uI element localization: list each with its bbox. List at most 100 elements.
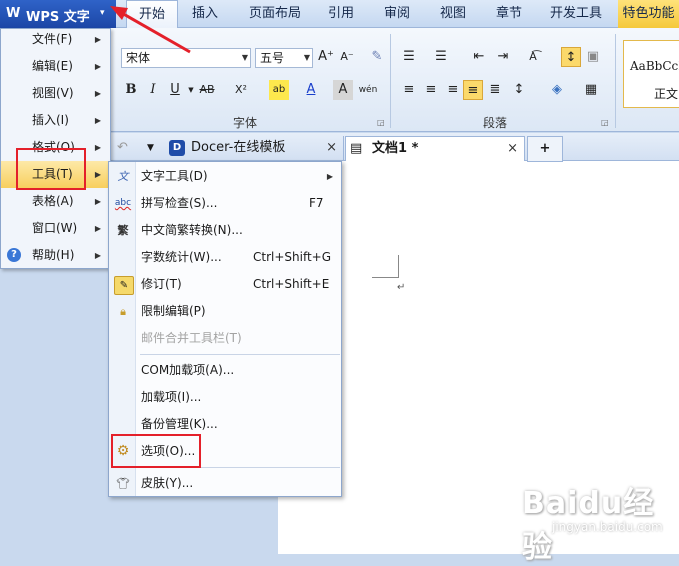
phonetic-guide-button[interactable]: wén [355,80,381,100]
submenu-item-com-addins[interactable]: COM加载项(A)... [110,357,341,384]
line-spacing-icon[interactable]: ↕ [509,80,529,100]
wps-app-button[interactable]: W WPS 文字 ▾ [0,0,116,28]
close-icon[interactable]: × [507,137,518,161]
menu-item-view[interactable]: 视图(V) ▶ [1,80,109,107]
submenu-item-label: 拼写检查(S)... [141,196,218,210]
text-direction-icon[interactable]: A͡ [523,47,543,67]
chevron-down-icon[interactable]: ▼ [242,49,248,67]
paragraph-mark: ↵ [397,282,406,293]
new-tab-button[interactable]: + [527,136,563,162]
ribbon-divider [615,34,616,128]
distribute-icon[interactable]: ≣ [485,80,505,100]
tab-references[interactable]: 引用 [316,0,366,28]
menu-item-insert[interactable]: 插入(I) ▶ [1,107,109,134]
style-gallery[interactable]: AaBbCcI 正文 [623,40,679,108]
menu-item-window[interactable]: 窗口(W) ▶ [1,215,109,242]
submenu-item-label: 文字工具(D) [141,169,208,183]
highlight-button[interactable]: ab [269,80,289,100]
submenu-item-text-tools[interactable]: 文 文字工具(D) ▶ [110,163,341,190]
tab-developer[interactable]: 开发工具 [540,0,612,28]
align-justify-icon[interactable]: ≡ [463,80,483,100]
submenu-arrow-icon: ▶ [94,197,101,206]
menu-item-label: 窗口(W) [32,221,78,235]
paragraph-dialog-launcher-icon[interactable]: ◲ [601,118,609,127]
annotation-box-options [111,434,201,468]
document-icon: ▤ [350,141,363,156]
submenu-item-label: 加载项(I)... [141,390,202,404]
submenu-item-mail-merge: 邮件合并工具栏(T) [110,325,341,352]
tab-list-dropdown-icon[interactable]: ▼ [147,136,161,160]
align-right-icon[interactable]: ≡ [443,80,463,100]
menu-item-table[interactable]: 表格(A) ▶ [1,188,109,215]
submenu-arrow-icon: ▶ [94,143,101,152]
superscript-button[interactable]: X² [229,80,253,100]
submenu-arrow-icon: ▶ [326,172,333,181]
clear-format-icon[interactable]: ✎ [367,47,387,67]
font-color-button[interactable]: A [301,80,321,100]
tab-special-features[interactable]: 特色功能 [618,0,679,28]
menu-item-label: 文件(F) [32,32,73,46]
submenu-item-convert[interactable]: 繁 中文简繁转换(N)... [110,217,341,244]
submenu-arrow-icon: ▶ [94,116,101,125]
style-name: 正文 [654,87,679,101]
doc-tab-label: 文档1 * [372,141,419,156]
shrink-font-button[interactable]: A⁻ [337,47,357,67]
submenu-item-restrict-edit[interactable]: 🔒︎ 限制编辑(P) [110,298,341,325]
menu-item-help[interactable]: ? 帮助(H) ▶ [1,242,109,269]
restrict-edit-icon: 🔒︎ [120,305,126,318]
shading-icon[interactable]: ◈ [547,80,567,100]
doc-tab-label: Docer-在线模板 [191,140,286,155]
strikethrough-button[interactable]: AB [195,80,219,100]
app-name: WPS 文字 [26,10,90,25]
ribbon-tab-bar: 开始 插入 页面布局 引用 审阅 视图 章节 开发工具 特色功能 [116,0,679,30]
menu-item-label: 帮助(H) [32,248,75,262]
submenu-item-word-count[interactable]: 字数统计(W)... Ctrl+Shift+G [110,244,341,271]
docer-icon: D [169,140,185,156]
page-border-icon[interactable]: ▣ [583,47,603,67]
submenu-item-skin[interactable]: 👕︎ 皮肤(Y)... [110,470,341,497]
back-arrow-icon[interactable]: ↶ [117,136,135,160]
italic-button[interactable]: I [143,80,163,100]
tab-view[interactable]: 视图 [428,0,478,28]
numbered-list-icon[interactable]: ☰ [431,47,451,67]
align-center-icon[interactable]: ≡ [421,80,441,100]
font-dialog-launcher-icon[interactable]: ◲ [377,118,385,127]
increase-indent-icon[interactable]: ⇥ [493,47,513,67]
bold-button[interactable]: B [121,80,141,100]
shirt-icon: 👕︎ [116,477,130,490]
tab-page-layout[interactable]: 页面布局 [240,0,310,28]
bullet-list-icon[interactable]: ☰ [399,47,419,67]
grow-font-button[interactable]: A⁺ [316,47,336,67]
submenu-arrow-icon: ▶ [94,224,101,233]
submenu-item-label: 修订(T) [141,277,182,291]
char-shade-button[interactable]: A [333,80,353,100]
menu-item-edit[interactable]: 编辑(E) ▶ [1,53,109,80]
align-left-icon[interactable]: ≡ [399,80,419,100]
font-size-select[interactable]: 五号 ▼ [255,48,313,68]
doc-tab-document1[interactable]: ▤ 文档1 * × [345,136,525,161]
submenu-arrow-icon: ▶ [94,251,101,260]
submenu-item-spell-check[interactable]: abc 拼写检查(S)... F7 [110,190,341,217]
submenu-item-revision[interactable]: ✎ 修订(T) Ctrl+Shift+E [110,271,341,298]
borders-icon[interactable]: ▦ [581,80,601,100]
submenu-arrow-icon: ▶ [94,89,101,98]
annotation-arrow [110,6,191,54]
menu-separator [140,354,340,355]
annotation-box-tools [16,148,86,190]
chevron-down-icon[interactable]: ▼ [304,49,310,67]
close-icon[interactable]: × [326,136,337,160]
submenu-item-label: 限制编辑(P) [141,304,206,318]
show-marks-icon[interactable]: ↕ [561,47,581,67]
submenu-item-addins[interactable]: 加载项(I)... [110,384,341,411]
submenu-item-label: 字数统计(W)... [141,250,222,264]
font-group-label: 字体 [233,116,258,130]
doc-tab-docer[interactable]: D Docer-在线模板 × [167,136,344,160]
decrease-indent-icon[interactable]: ⇤ [469,47,489,67]
menu-item-file[interactable]: 文件(F) ▶ [1,26,109,53]
plus-icon: + [539,141,551,156]
submenu-item-label: 皮肤(Y)... [141,476,194,490]
tab-chapter[interactable]: 章节 [484,0,534,28]
tab-review[interactable]: 审阅 [372,0,422,28]
wps-logo-icon: W [6,6,21,21]
menu-item-label: 插入(I) [32,113,69,127]
